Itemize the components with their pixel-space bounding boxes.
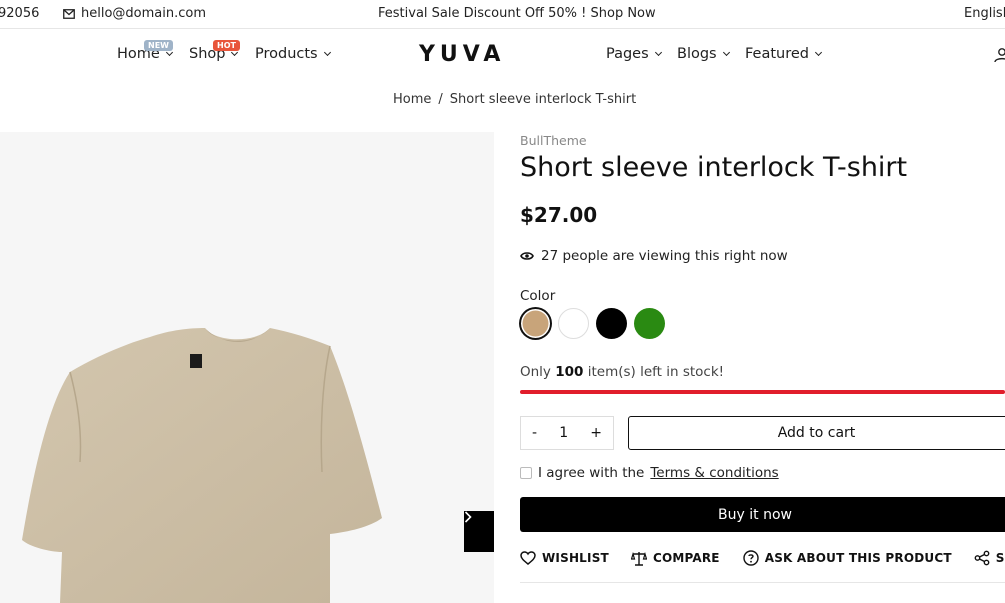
chevron-right-icon [464, 511, 472, 523]
product-actions: WISHLIST COMPARE ASK ABOUT THIS PRODUCT … [520, 550, 1005, 566]
quantity-value[interactable]: 1 [559, 425, 568, 441]
share-icon [974, 550, 990, 566]
nav-item-pages[interactable]: Pages [606, 46, 662, 62]
language-selector[interactable]: English [964, 6, 1005, 21]
stock-notice: Only 100 item(s) left in stock! [520, 364, 724, 380]
terms-checkbox[interactable] [520, 467, 532, 479]
breadcrumb-current: Short sleeve interlock T-shirt [449, 92, 637, 107]
compare-label: COMPARE [652, 551, 720, 565]
product-price: $27.00 [520, 203, 598, 227]
nav-label: Blogs [677, 46, 717, 62]
email-link[interactable]: hello@domain.com [63, 6, 206, 21]
terms-agreement: I agree with the Terms & conditions [520, 465, 779, 481]
tshirt-image [22, 328, 382, 603]
product-vendor[interactable]: BullTheme [520, 133, 587, 148]
chevron-down-icon [654, 48, 662, 57]
quantity-stepper: - 1 + [520, 416, 614, 450]
breadcrumb: Home / Short sleeve interlock T-shirt [393, 92, 636, 107]
breadcrumb-home[interactable]: Home [393, 92, 431, 107]
mail-icon [63, 8, 75, 19]
wishlist-button[interactable]: WISHLIST [520, 551, 609, 565]
swatch-white[interactable] [558, 308, 589, 339]
divider [520, 582, 1005, 583]
nav-item-shop[interactable]: HOT Shop [189, 40, 240, 62]
stock-progress-bar [520, 390, 1005, 394]
nav-item-blogs[interactable]: Blogs [677, 46, 730, 62]
wishlist-label: WISHLIST [542, 551, 609, 565]
eye-icon [520, 252, 534, 260]
nav-item-products[interactable]: Products [255, 46, 331, 62]
top-bar: 92056 hello@domain.com Festival Sale Dis… [0, 0, 1005, 29]
product-gallery[interactable] [0, 132, 494, 603]
chevron-down-icon [722, 48, 730, 57]
swatch-green[interactable] [634, 308, 665, 339]
add-to-cart-button[interactable]: Add to cart [628, 416, 1005, 450]
next-image-button[interactable] [464, 511, 494, 552]
nav-label: Pages [606, 46, 649, 62]
hot-badge: HOT [213, 40, 240, 51]
swatch-black[interactable] [596, 308, 627, 339]
nav-item-home[interactable]: NEW Home [117, 40, 173, 62]
breadcrumb-separator: / [438, 92, 443, 107]
heart-icon [520, 551, 536, 565]
chevron-down-icon [323, 48, 331, 57]
nav-label: Products [255, 46, 318, 62]
terms-link[interactable]: Terms & conditions [650, 465, 778, 481]
question-icon [743, 550, 759, 566]
scale-icon [630, 551, 647, 566]
nav-item-featured[interactable]: Featured [745, 46, 823, 62]
viewers-notice: 27 people are viewing this right now [520, 248, 788, 264]
viewers-text: 27 people are viewing this right now [541, 248, 788, 264]
user-icon[interactable] [994, 47, 1005, 63]
promo-link[interactable]: Festival Sale Discount Off 50% ! Shop No… [378, 6, 656, 21]
swatch-tan[interactable] [520, 308, 551, 339]
color-swatches [520, 308, 665, 339]
share-button[interactable]: SHARE [974, 550, 1005, 566]
quantity-decrease-button[interactable]: - [532, 425, 537, 441]
compare-button[interactable]: COMPARE [630, 551, 720, 566]
nav-label: Featured [745, 46, 809, 62]
color-label: Color [520, 288, 556, 304]
site-logo[interactable]: YUVA [419, 42, 505, 67]
share-label: SHARE [995, 551, 1005, 565]
buy-now-button[interactable]: Buy it now [520, 497, 1005, 532]
stock-prefix: Only [520, 364, 551, 380]
main-nav: NEW Home HOT Shop Products YUVA Pages Bl… [0, 30, 1005, 80]
ask-question-button[interactable]: ASK ABOUT THIS PRODUCT [743, 550, 952, 566]
quantity-increase-button[interactable]: + [590, 425, 602, 441]
ask-label: ASK ABOUT THIS PRODUCT [764, 551, 952, 565]
phone-number[interactable]: 92056 [0, 6, 39, 21]
agree-text: I agree with the [538, 465, 645, 481]
email-text: hello@domain.com [81, 6, 206, 21]
stock-suffix: item(s) left in stock! [587, 364, 725, 380]
chevron-down-icon [814, 48, 823, 57]
product-title: Short sleeve interlock T-shirt [520, 152, 908, 183]
stock-count: 100 [555, 364, 584, 380]
